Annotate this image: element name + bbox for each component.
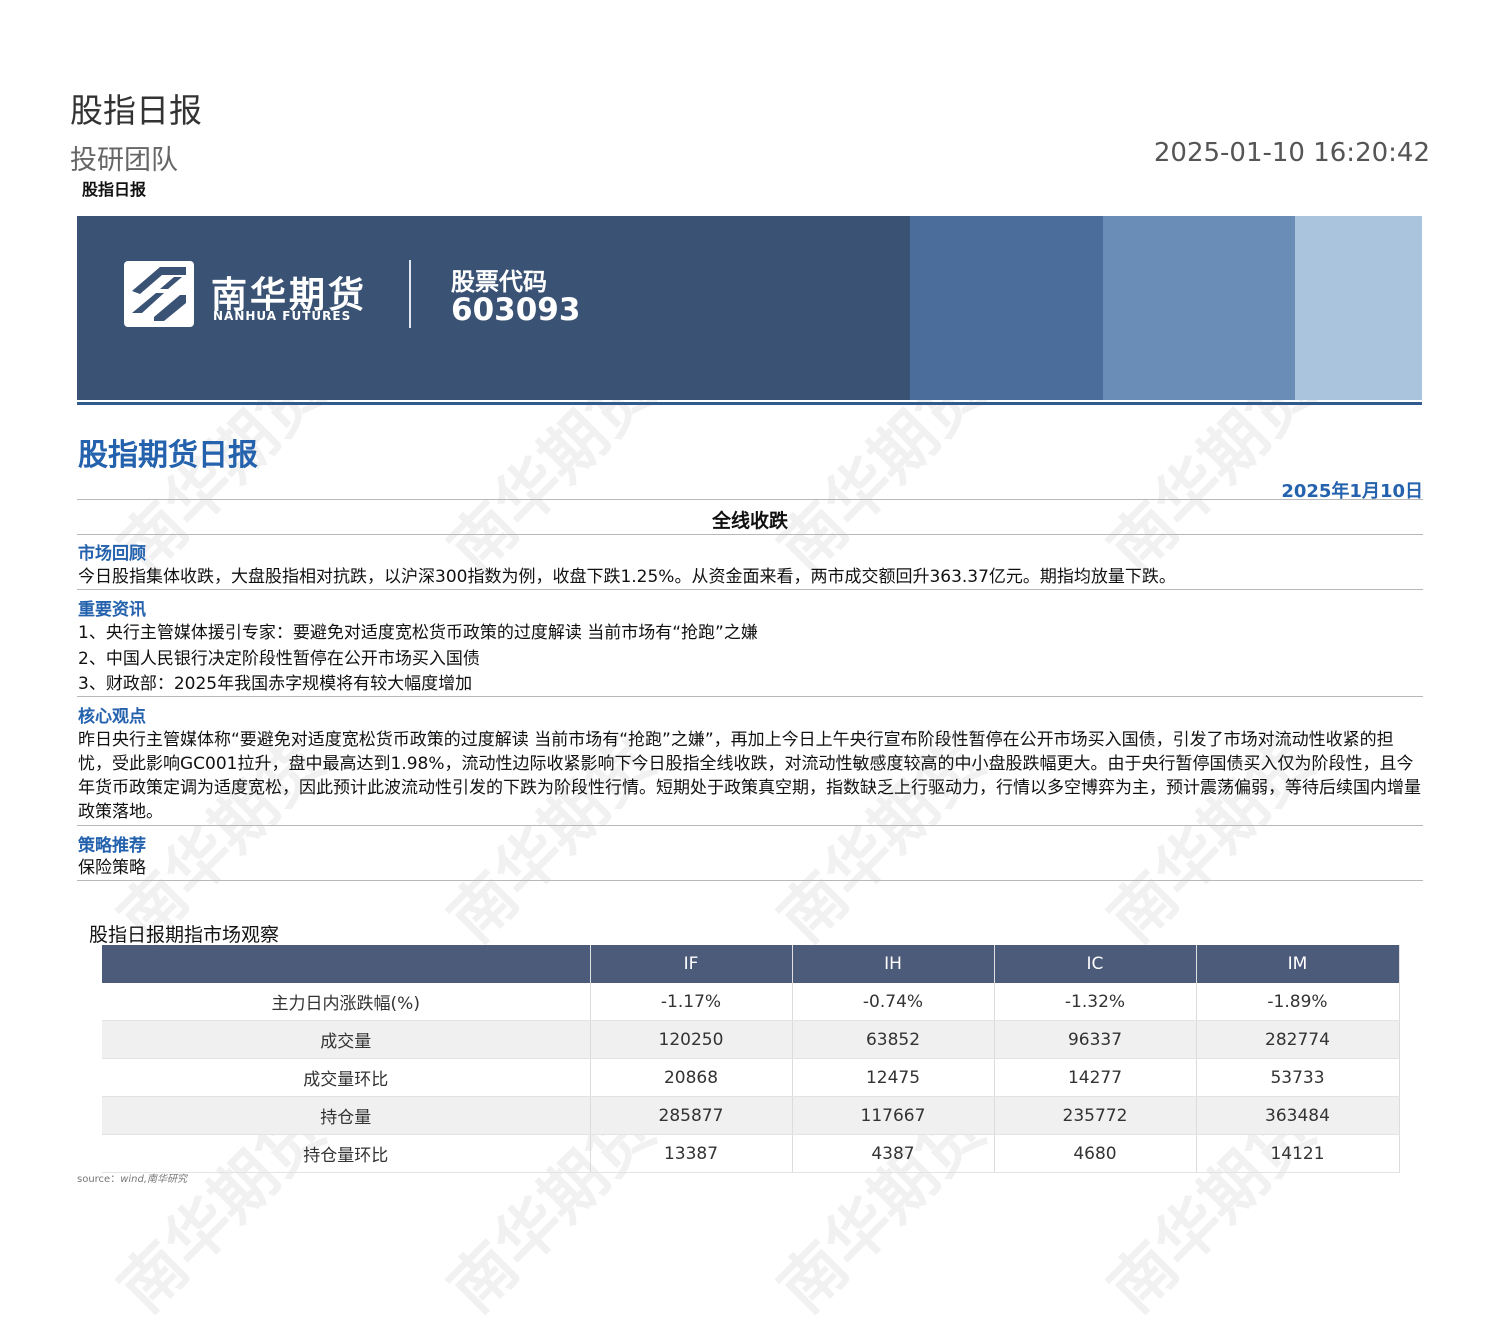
- timestamp: 2025-01-10 16:20:42: [1153, 138, 1430, 168]
- table-cell: 13387: [590, 1134, 793, 1173]
- market-review-title: 市场回顾: [78, 544, 146, 564]
- strategy-title: 策略推荐: [78, 836, 146, 856]
- news-item: 1、央行主管媒体援引专家：要避免对适度宽松货币政策的过度解读 当前市场有“抢跑”…: [78, 623, 758, 643]
- table-cell: -1.17%: [590, 983, 793, 1021]
- table-cell: -0.74%: [792, 983, 995, 1021]
- table-cell: 285877: [590, 1096, 793, 1135]
- column-header: IH: [792, 945, 995, 983]
- stock-code-value: 603093: [451, 292, 581, 328]
- column-header: IC: [994, 945, 1197, 983]
- table-cell: 63852: [792, 1020, 995, 1059]
- core-view-title: 核心观点: [78, 707, 146, 727]
- table-row: 持仓量环比 13387 4387 4680 14121: [102, 1134, 1400, 1173]
- table-cell: 20868: [590, 1058, 793, 1097]
- source-note: source：wind,南华研究: [77, 1170, 187, 1185]
- report-title: 股指期货日报: [78, 438, 258, 473]
- news-title: 重要资讯: [78, 600, 146, 620]
- headline: 全线收跌: [711, 510, 788, 532]
- table-cell: 14277: [994, 1058, 1197, 1097]
- core-view-text: 昨日央行主管媒体称“要避免对适度宽松货币政策的过度解读 当前市场有“抢跑”之嫌”…: [78, 730, 1421, 822]
- table-cell: 4680: [994, 1134, 1197, 1173]
- divider: [77, 589, 1423, 590]
- table-cell: -1.89%: [1196, 983, 1400, 1021]
- divider: [77, 499, 1423, 500]
- row-label: 成交量环比: [102, 1058, 591, 1097]
- banner-rule: [77, 402, 1422, 405]
- row-label: 持仓量: [102, 1096, 591, 1135]
- news-item: 2、中国人民银行决定阶段性暂停在公开市场买入国债: [78, 649, 480, 669]
- column-header: IM: [1196, 945, 1400, 983]
- banner-band: [1103, 216, 1295, 400]
- divider: [77, 880, 1423, 881]
- strategy-text: 保险策略: [78, 858, 146, 878]
- divider: [77, 534, 1423, 535]
- report-banner: 南华期货 NANHUA FUTURES 股票代码 603093: [77, 216, 1422, 400]
- table-cell: 235772: [994, 1096, 1197, 1135]
- table-cell: 363484: [1196, 1096, 1400, 1135]
- row-label: 持仓量环比: [102, 1134, 591, 1173]
- table-row: 成交量环比 20868 12475 14277 53733: [102, 1058, 1400, 1097]
- table-header-row: IF IH IC IM: [102, 945, 1400, 983]
- table-cell: 4387: [792, 1134, 995, 1173]
- table-cell: 12475: [792, 1058, 995, 1097]
- nanhua-logo-icon: [124, 261, 194, 327]
- news-item: 3、财政部：2025年我国赤字规模将有较大幅度增加: [78, 674, 473, 694]
- column-header: [102, 945, 591, 983]
- market-observation-table: IF IH IC IM 主力日内涨跌幅(%) -1.17% -0.74% -1.…: [102, 945, 1400, 1173]
- market-review-text: 今日股指集体收跌，大盘股指相对抗跌，以沪深300指数为例，收盘下跌1.25%。从…: [78, 567, 1176, 587]
- table-caption: 股指日报期指市场观察: [89, 924, 280, 946]
- table-cell: 282774: [1196, 1020, 1400, 1059]
- source-label: source：: [77, 1174, 121, 1185]
- divider: [77, 696, 1423, 697]
- document-title: 股指日报: [70, 91, 202, 130]
- row-label: 成交量: [102, 1020, 591, 1059]
- banner-divider: [409, 260, 411, 328]
- table-cell: 14121: [1196, 1134, 1400, 1173]
- logo-text-en: NANHUA FUTURES: [213, 309, 352, 323]
- table-cell: 117667: [792, 1096, 995, 1135]
- banner-band: [1295, 216, 1422, 400]
- table-cell: 120250: [590, 1020, 793, 1059]
- team-name: 投研团队: [70, 145, 178, 176]
- row-label: 主力日内涨跌幅(%): [102, 983, 591, 1021]
- section-label: 股指日报: [82, 180, 147, 199]
- source-value: wind,南华研究: [120, 1174, 188, 1185]
- table-row: 持仓量 285877 117667 235772 363484: [102, 1096, 1400, 1135]
- table-row: 主力日内涨跌幅(%) -1.17% -0.74% -1.32% -1.89%: [102, 983, 1400, 1021]
- divider: [77, 825, 1423, 826]
- table-cell: 53733: [1196, 1058, 1400, 1097]
- banner-band: [910, 216, 1103, 400]
- table-cell: -1.32%: [994, 983, 1197, 1021]
- column-header: IF: [590, 945, 793, 983]
- table-cell: 96337: [994, 1020, 1197, 1059]
- table-row: 成交量 120250 63852 96337 282774: [102, 1020, 1400, 1059]
